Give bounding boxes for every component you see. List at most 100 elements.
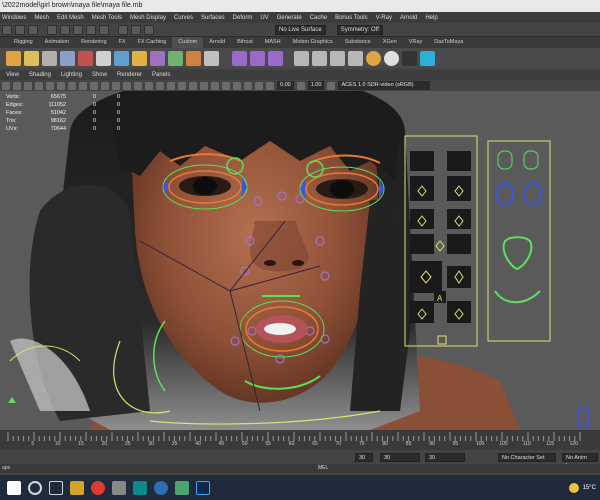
menu-deform[interactable]: Deform bbox=[233, 15, 253, 21]
panel-menu-panels[interactable]: Panels bbox=[152, 72, 170, 78]
task-view-icon[interactable] bbox=[49, 480, 63, 495]
shelf-tab-xgen[interactable]: XGen bbox=[377, 37, 403, 48]
shelf-tool-icon[interactable] bbox=[150, 50, 165, 66]
color-space-dropdown[interactable]: ACES 1.0 SDR-video (sRGB) bbox=[338, 81, 431, 90]
snap-curve-icon[interactable] bbox=[60, 24, 70, 35]
menu-vray[interactable]: V-Ray bbox=[376, 15, 392, 21]
character-set-dropdown[interactable]: No Character Set bbox=[498, 453, 556, 462]
motion-blur-icon[interactable] bbox=[189, 81, 197, 90]
shelf-tool-icon[interactable] bbox=[78, 50, 93, 66]
snap-surface-icon[interactable] bbox=[99, 24, 109, 35]
app-icon[interactable] bbox=[175, 480, 189, 495]
shelf-tool-icon[interactable] bbox=[132, 50, 147, 66]
ambient-occlusion-icon[interactable] bbox=[178, 81, 186, 90]
menu-curves[interactable]: Curves bbox=[174, 15, 193, 21]
menu-uv[interactable]: UV bbox=[260, 15, 268, 21]
backface-culling-icon[interactable] bbox=[255, 81, 263, 90]
viewport[interactable]: A Verts: 65675 0 0 Edges: 111052 0 0 Fac… bbox=[0, 91, 600, 430]
shelf-tool-icon[interactable] bbox=[204, 50, 219, 66]
windows-start-icon[interactable] bbox=[7, 480, 21, 495]
gamma-icon[interactable] bbox=[296, 81, 305, 90]
shelf-tool-icon[interactable] bbox=[294, 50, 309, 66]
shelf-tool-icon[interactable] bbox=[186, 50, 201, 66]
panel-menu-view[interactable]: View bbox=[6, 72, 19, 78]
menu-edit-mesh[interactable]: Edit Mesh bbox=[57, 15, 84, 21]
bookmark-icon[interactable] bbox=[24, 81, 32, 90]
shelf-tab-vray[interactable]: VRay bbox=[403, 37, 428, 48]
shelf-tool-icon[interactable] bbox=[42, 50, 57, 66]
menu-mesh[interactable]: Mesh bbox=[34, 15, 49, 21]
shelf-tool-icon[interactable] bbox=[114, 50, 129, 66]
panel-menu-renderer[interactable]: Renderer bbox=[117, 72, 142, 78]
gamma-field[interactable]: 1.00 bbox=[307, 81, 325, 90]
menu-arnold[interactable]: Arnold bbox=[400, 15, 417, 21]
maya-icon[interactable] bbox=[133, 480, 147, 495]
app-icon[interactable] bbox=[112, 480, 126, 495]
time-slider[interactable]: 5 10 15 20 25 30 35 40 45 50 55 60 65 70 75 80 85 90 95 100… bbox=[0, 430, 600, 450]
anim-layer-dropdown[interactable]: No Anim Layer bbox=[562, 453, 598, 469]
film-gate-icon[interactable] bbox=[57, 81, 65, 90]
shelf-tool-icon[interactable] bbox=[6, 50, 21, 66]
chrome-icon[interactable] bbox=[91, 480, 105, 495]
shelf-tab-arnold[interactable]: Arnold bbox=[203, 37, 231, 48]
isolate-select-icon[interactable] bbox=[222, 81, 230, 90]
camera-attributes-icon[interactable] bbox=[13, 81, 21, 90]
range-start-field[interactable]: 30 bbox=[355, 453, 373, 462]
shelf-tool-icon[interactable] bbox=[312, 50, 327, 66]
shelf-tab-fx-caching[interactable]: FX Caching bbox=[132, 37, 173, 48]
shelf-tool-icon[interactable] bbox=[366, 50, 381, 66]
shelf-tab-animation[interactable]: Animation bbox=[39, 37, 75, 48]
temperature-label[interactable]: 15°C bbox=[583, 485, 596, 491]
live-surface-field[interactable]: No Live Surface bbox=[275, 24, 326, 35]
paint-icon[interactable] bbox=[28, 24, 38, 35]
menu-cache[interactable]: Cache bbox=[310, 15, 327, 21]
current-frame-field[interactable]: 30 bbox=[425, 453, 465, 462]
lights-icon[interactable] bbox=[156, 81, 164, 90]
camera-icon[interactable] bbox=[2, 81, 10, 90]
symmetry-dropdown[interactable]: Symmetry: Off bbox=[336, 24, 383, 35]
grid-icon[interactable] bbox=[46, 81, 54, 90]
app-icon[interactable] bbox=[154, 480, 168, 495]
xray-icon[interactable] bbox=[233, 81, 241, 90]
shelf-tool-icon[interactable] bbox=[384, 50, 399, 66]
shelf-tab-motion-graphics[interactable]: Motion Graphics bbox=[287, 37, 339, 48]
shelf-tool-icon[interactable] bbox=[232, 50, 247, 66]
exposure-field[interactable]: 0.00 bbox=[277, 81, 294, 90]
shelf-tool-icon[interactable] bbox=[96, 50, 111, 66]
lasso-icon[interactable] bbox=[15, 24, 25, 35]
photoshop-icon[interactable] bbox=[196, 480, 210, 495]
shelf-tool-icon[interactable] bbox=[60, 50, 75, 66]
shelf-tool-icon[interactable] bbox=[168, 50, 183, 66]
field-chart-icon[interactable] bbox=[90, 81, 98, 90]
weather-icon[interactable] bbox=[568, 482, 579, 493]
smooth-shade-icon[interactable] bbox=[123, 81, 131, 90]
panel-menu-lighting[interactable]: Lighting bbox=[61, 72, 82, 78]
search-icon[interactable] bbox=[28, 480, 42, 495]
menu-bonus-tools[interactable]: Bonus Tools bbox=[335, 15, 368, 21]
menu-mesh-display[interactable]: Mesh Display bbox=[130, 15, 166, 21]
shelf-tool-icon[interactable] bbox=[330, 50, 345, 66]
shelf-tab-daztomaya[interactable]: DazToMaya bbox=[428, 37, 469, 48]
gate-mask-icon[interactable] bbox=[79, 81, 87, 90]
render-icon[interactable] bbox=[131, 24, 141, 35]
ipr-icon[interactable] bbox=[144, 24, 154, 35]
shelf-tab-rendering[interactable]: Rendering bbox=[75, 37, 112, 48]
shelf-tab-bifrost[interactable]: Bifrost bbox=[231, 37, 259, 48]
textured-icon[interactable] bbox=[145, 81, 153, 90]
panel-menu-show[interactable]: Show bbox=[92, 72, 107, 78]
resolution-gate-icon[interactable] bbox=[68, 81, 76, 90]
shelf-tab-mash[interactable]: MASH bbox=[259, 37, 287, 48]
shelf-tool-icon[interactable] bbox=[250, 50, 265, 66]
mel-label[interactable]: MEL bbox=[318, 464, 328, 473]
shelf-tab-substance[interactable]: Substance bbox=[339, 37, 377, 48]
wireframe-on-shaded-icon[interactable] bbox=[134, 81, 142, 90]
shadows-icon[interactable] bbox=[167, 81, 175, 90]
wireframe-icon[interactable] bbox=[112, 81, 120, 90]
shelf-tab-rigging[interactable]: Rigging bbox=[8, 37, 39, 48]
shelf-tool-icon[interactable] bbox=[24, 50, 39, 66]
color-management-icon[interactable] bbox=[327, 81, 336, 90]
anti-aliasing-icon[interactable] bbox=[200, 81, 208, 90]
shelf-tab-custom[interactable]: Custom bbox=[172, 37, 204, 48]
history-icon[interactable] bbox=[118, 24, 128, 35]
snap-point-icon[interactable] bbox=[73, 24, 83, 35]
